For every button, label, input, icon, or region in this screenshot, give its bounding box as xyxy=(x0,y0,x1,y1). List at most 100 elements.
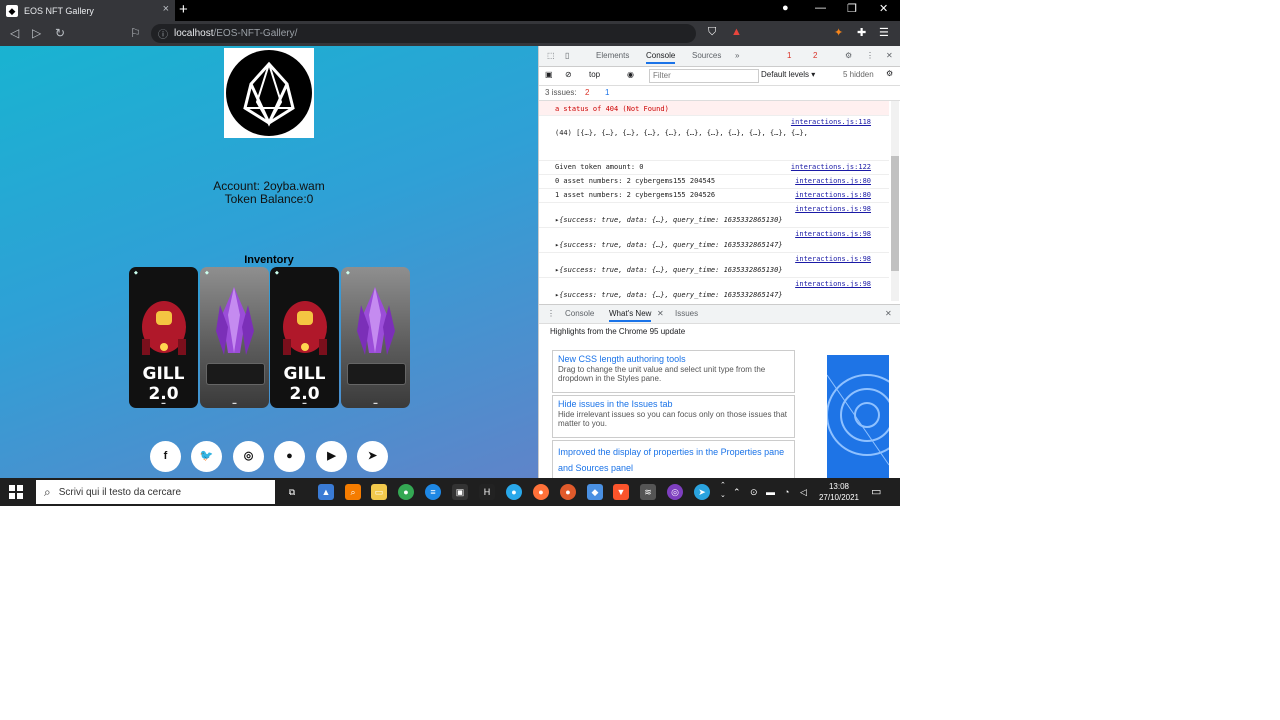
drawer-tab-console[interactable]: Console xyxy=(565,309,594,318)
devtools-tab-bar: ⬚ ▯ Elements Console Sources » 1 2 ⚙ ⋮ ✕ xyxy=(539,46,900,67)
tray-expand-icon[interactable]: ⌃ xyxy=(733,487,741,498)
account-name: Account: 2oyba.wam xyxy=(213,179,325,193)
telegram-icon[interactable]: ➤ xyxy=(357,441,388,472)
nft-card[interactable]: ◆ GILL 2.0 ▬ xyxy=(270,267,339,408)
console-settings-icon[interactable]: ⚙ xyxy=(886,69,893,78)
whats-new-heading[interactable]: Hide issues in the Issues tab xyxy=(558,399,789,409)
forward-icon[interactable]: ▷ xyxy=(32,26,41,40)
sidebar-toggle-icon[interactable]: ▣ xyxy=(545,70,553,79)
whats-new-item[interactable]: New CSS length authoring tools Drag to c… xyxy=(552,350,795,393)
app-icon[interactable]: ● xyxy=(560,484,576,500)
twitter-icon[interactable]: 🐦 xyxy=(191,441,222,472)
system-clock[interactable]: 13:08 27/10/2021 xyxy=(814,481,864,503)
cybergems-logo-icon: ◆ xyxy=(134,270,138,276)
nft-card[interactable]: ◆ ▬ xyxy=(341,267,410,408)
warning-count-badge[interactable]: 2 xyxy=(813,51,817,60)
console-line[interactable]: interactions.js:98 ▸{success: true, data… xyxy=(539,278,889,301)
github-icon[interactable]: ● xyxy=(274,441,305,472)
inspect-icon[interactable]: ⬚ xyxy=(547,51,555,60)
issues-label: 3 issues: xyxy=(545,88,577,97)
console-line[interactable]: interactions.js:98 ▸{success: true, data… xyxy=(539,228,889,253)
tray-overflow-icon[interactable]: ⌃ ⌄ xyxy=(720,481,726,501)
restore-icon[interactable]: ❐ xyxy=(847,2,857,15)
whats-new-heading[interactable]: New CSS length authoring tools xyxy=(558,354,789,364)
console-line[interactable]: interactions.js:98 ▸{success: true, data… xyxy=(539,253,889,278)
eye-icon[interactable]: ◉ xyxy=(627,70,634,79)
device-toggle-icon[interactable]: ▯ xyxy=(565,51,569,60)
file-explorer-icon[interactable]: ▭ xyxy=(371,484,387,500)
taskbar-search-box[interactable]: ⌕ Scrivi qui il testo da cercare xyxy=(36,480,275,504)
app-icon[interactable]: ≋ xyxy=(640,484,656,500)
instagram-icon[interactable]: ◎ xyxy=(233,441,264,472)
windows-taskbar: ⌕ Scrivi qui il testo da cercare ⧉ ▲ ⌕ ▭… xyxy=(0,478,900,506)
error-count-badge[interactable]: 1 xyxy=(787,51,791,60)
site-info-icon[interactable]: ⓘ xyxy=(158,26,168,41)
youtube-icon[interactable]: ▶ xyxy=(316,441,347,472)
task-view-icon[interactable]: ⧉ xyxy=(284,484,300,500)
firefox-icon[interactable]: ● xyxy=(533,484,549,500)
console-line[interactable]: 0 asset numbers: 2 cybergems155 204545 i… xyxy=(539,175,889,189)
console-line[interactable]: interactions.js:118 (44) [{…}, {…}, {…},… xyxy=(539,116,889,161)
tab-close-icon[interactable]: × xyxy=(163,3,169,15)
settings-gear-icon[interactable]: ⚙ xyxy=(845,51,852,60)
back-icon[interactable]: ◁ xyxy=(10,26,19,40)
minimize-icon[interactable]: — xyxy=(815,2,826,14)
metamask-icon[interactable]: ✦ xyxy=(834,26,843,39)
facebook-icon[interactable]: f xyxy=(150,441,181,472)
address-bar[interactable]: ⓘ localhost /EOS-NFT-Gallery/ xyxy=(151,24,696,43)
console-line[interactable]: interactions.js:98 ▸{success: true, data… xyxy=(539,203,889,228)
drawer-tab-whats-new[interactable]: What's New xyxy=(609,309,652,322)
clear-console-icon[interactable]: ⊘ xyxy=(565,70,572,79)
console-line[interactable]: Given token amount: 0 interactions.js:12… xyxy=(539,161,889,175)
reload-icon[interactable]: ↻ xyxy=(55,26,65,40)
network-icon[interactable]: ◔ xyxy=(784,487,789,497)
brave-rewards-icon[interactable]: ▲ xyxy=(731,26,742,38)
drawer-tab-close-icon[interactable]: ✕ xyxy=(657,309,664,318)
log-levels-select[interactable]: Default levels ▾ xyxy=(761,70,815,79)
drawer-close-icon[interactable]: ✕ xyxy=(885,309,892,318)
extensions-icon[interactable]: ✚ xyxy=(857,26,866,39)
nft-card[interactable]: ◆ GILL 2.0 ▬ xyxy=(129,267,198,408)
tor-icon[interactable]: ◎ xyxy=(667,484,683,500)
kebab-menu-icon[interactable]: ⋮ xyxy=(866,51,874,60)
menu-icon[interactable]: ☰ xyxy=(879,26,889,39)
nft-card[interactable]: ◆ ▬ xyxy=(200,267,269,408)
issues-bar[interactable]: 3 issues: 2 1 xyxy=(539,86,900,101)
app-icon[interactable]: ◆ xyxy=(587,484,603,500)
drawer-tab-issues[interactable]: Issues xyxy=(675,309,698,318)
brave-icon[interactable]: ▼ xyxy=(613,484,629,500)
brave-shield-icon[interactable]: ⛉ xyxy=(708,26,716,39)
browser-tab[interactable]: ◆ EOS NFT Gallery × xyxy=(0,0,175,21)
whats-new-item[interactable]: Improved the display of properties in th… xyxy=(552,440,795,480)
more-tabs-button[interactable]: » xyxy=(735,51,739,60)
telegram-taskbar-icon[interactable]: ➤ xyxy=(694,484,710,500)
terminal-icon[interactable]: ▣ xyxy=(452,484,468,500)
app-icon[interactable]: H xyxy=(479,484,495,500)
console-scroll-thumb[interactable] xyxy=(891,156,899,271)
bookmark-icon[interactable]: ⚐ xyxy=(130,26,141,40)
windows-start-icon[interactable] xyxy=(9,485,23,499)
notifications-icon[interactable]: ▭ xyxy=(871,485,881,498)
tab-console[interactable]: Console xyxy=(646,51,676,64)
volume-icon[interactable]: ◁ xyxy=(800,487,807,498)
whats-new-heading[interactable]: Improved the display of properties in th… xyxy=(558,444,789,476)
tab-sources[interactable]: Sources xyxy=(692,51,721,60)
console-filter-input[interactable]: Filter xyxy=(649,69,759,83)
window-close-icon[interactable]: ✕ xyxy=(879,2,888,15)
context-select[interactable]: top xyxy=(589,70,600,79)
card-stats-panel xyxy=(206,363,265,385)
app-icon[interactable]: ▲ xyxy=(318,484,334,500)
tab-elements[interactable]: Elements xyxy=(596,51,629,60)
new-tab-button[interactable]: + xyxy=(179,1,188,18)
profile-icon[interactable]: ● xyxy=(782,2,789,14)
app-icon[interactable]: ≡ xyxy=(425,484,441,500)
tray-app-icon[interactable]: ⊙ xyxy=(750,487,758,498)
console-line[interactable]: 1 asset numbers: 2 cybergems155 204526 i… xyxy=(539,189,889,203)
whats-new-item[interactable]: Hide issues in the Issues tab Hide irrel… xyxy=(552,395,795,438)
drawer-menu-icon[interactable]: ⋮ xyxy=(547,309,555,318)
devtools-close-icon[interactable]: ✕ xyxy=(886,51,893,60)
tray-app-icon[interactable]: ▬ xyxy=(766,487,775,497)
app-icon[interactable]: ⌕ xyxy=(345,484,361,500)
chrome-icon[interactable]: ● xyxy=(398,484,414,500)
app-icon[interactable]: ● xyxy=(506,484,522,500)
